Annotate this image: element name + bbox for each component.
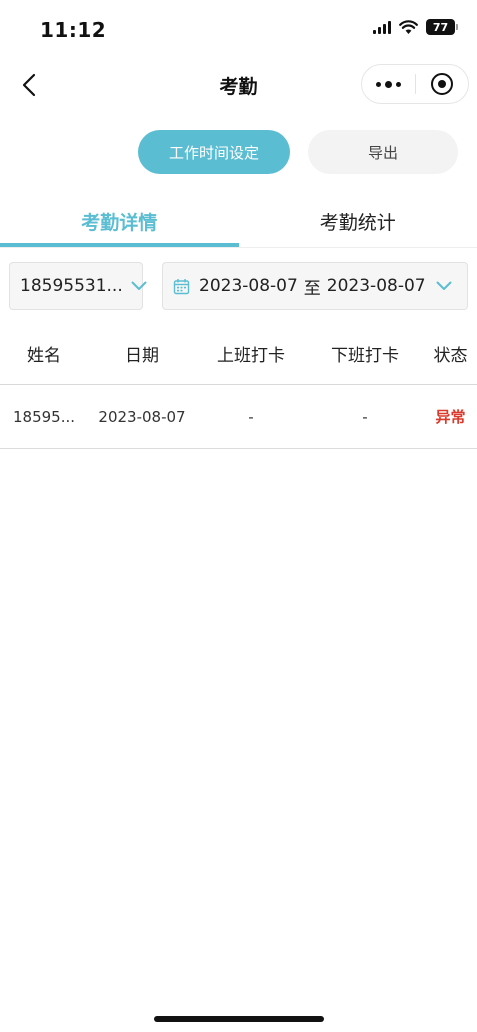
attendance-page: 11:12 77 考勤 工作时间设定 导出 考勤详情 考勤统计 18595531… [0,0,477,1032]
tabs-divider [0,247,477,248]
status-icons: 77 [373,19,458,35]
tab-attendance-statistics[interactable]: 考勤统计 [239,196,477,248]
table-row-divider [0,448,477,449]
column-header-clock-out: 下班打卡 [331,345,399,366]
export-button[interactable]: 导出 [308,130,458,174]
date-separator: 至 [303,278,321,299]
tab-attendance-details[interactable]: 考勤详情 [0,196,239,248]
user-select-value: 18595531... [20,276,123,296]
date-range-picker[interactable]: 2023-08-07 至 2023-08-07 [162,262,468,310]
chevron-down-icon [436,281,452,291]
status-time: 11:12 [40,18,107,42]
chevron-down-icon [131,281,147,291]
user-select[interactable]: 18595531... [9,262,147,310]
battery-level: 77 [432,20,449,34]
column-header-name: 姓名 [27,345,61,366]
cell-status: 异常 [435,408,466,426]
cell-date: 2023-08-07 [98,407,186,426]
date-start: 2023-08-07 [199,276,298,296]
more-button[interactable] [362,65,415,103]
home-indicator [154,1016,324,1022]
mini-program-capsule [361,64,469,104]
cell-name: 18595... [12,407,76,426]
table-header: 姓名 日期 上班打卡 下班打卡 状态 [0,322,477,384]
column-header-status: 状态 [433,345,468,366]
column-header-clock-in: 上班打卡 [217,345,285,366]
cell-clock-in: - [248,407,254,426]
battery-icon: 77 [426,19,458,35]
work-time-setting-button[interactable]: 工作时间设定 [138,130,290,174]
close-mini-program-button[interactable] [416,65,468,103]
tab-bar: 考勤详情 考勤统计 [0,196,477,248]
date-end: 2023-08-07 [326,276,426,296]
cell-clock-out: - [362,407,368,426]
status-bar: 11:12 77 [0,0,477,58]
nav-bar: 考勤 [0,58,477,112]
more-dots-icon [376,81,381,87]
target-icon [431,73,453,95]
table-row[interactable]: 18595... 2023-08-07 - - 异常 [0,385,477,448]
column-header-date: 日期 [125,345,159,366]
calendar-icon [173,278,190,295]
cellular-signal-icon [373,20,391,34]
wifi-icon [399,19,418,34]
